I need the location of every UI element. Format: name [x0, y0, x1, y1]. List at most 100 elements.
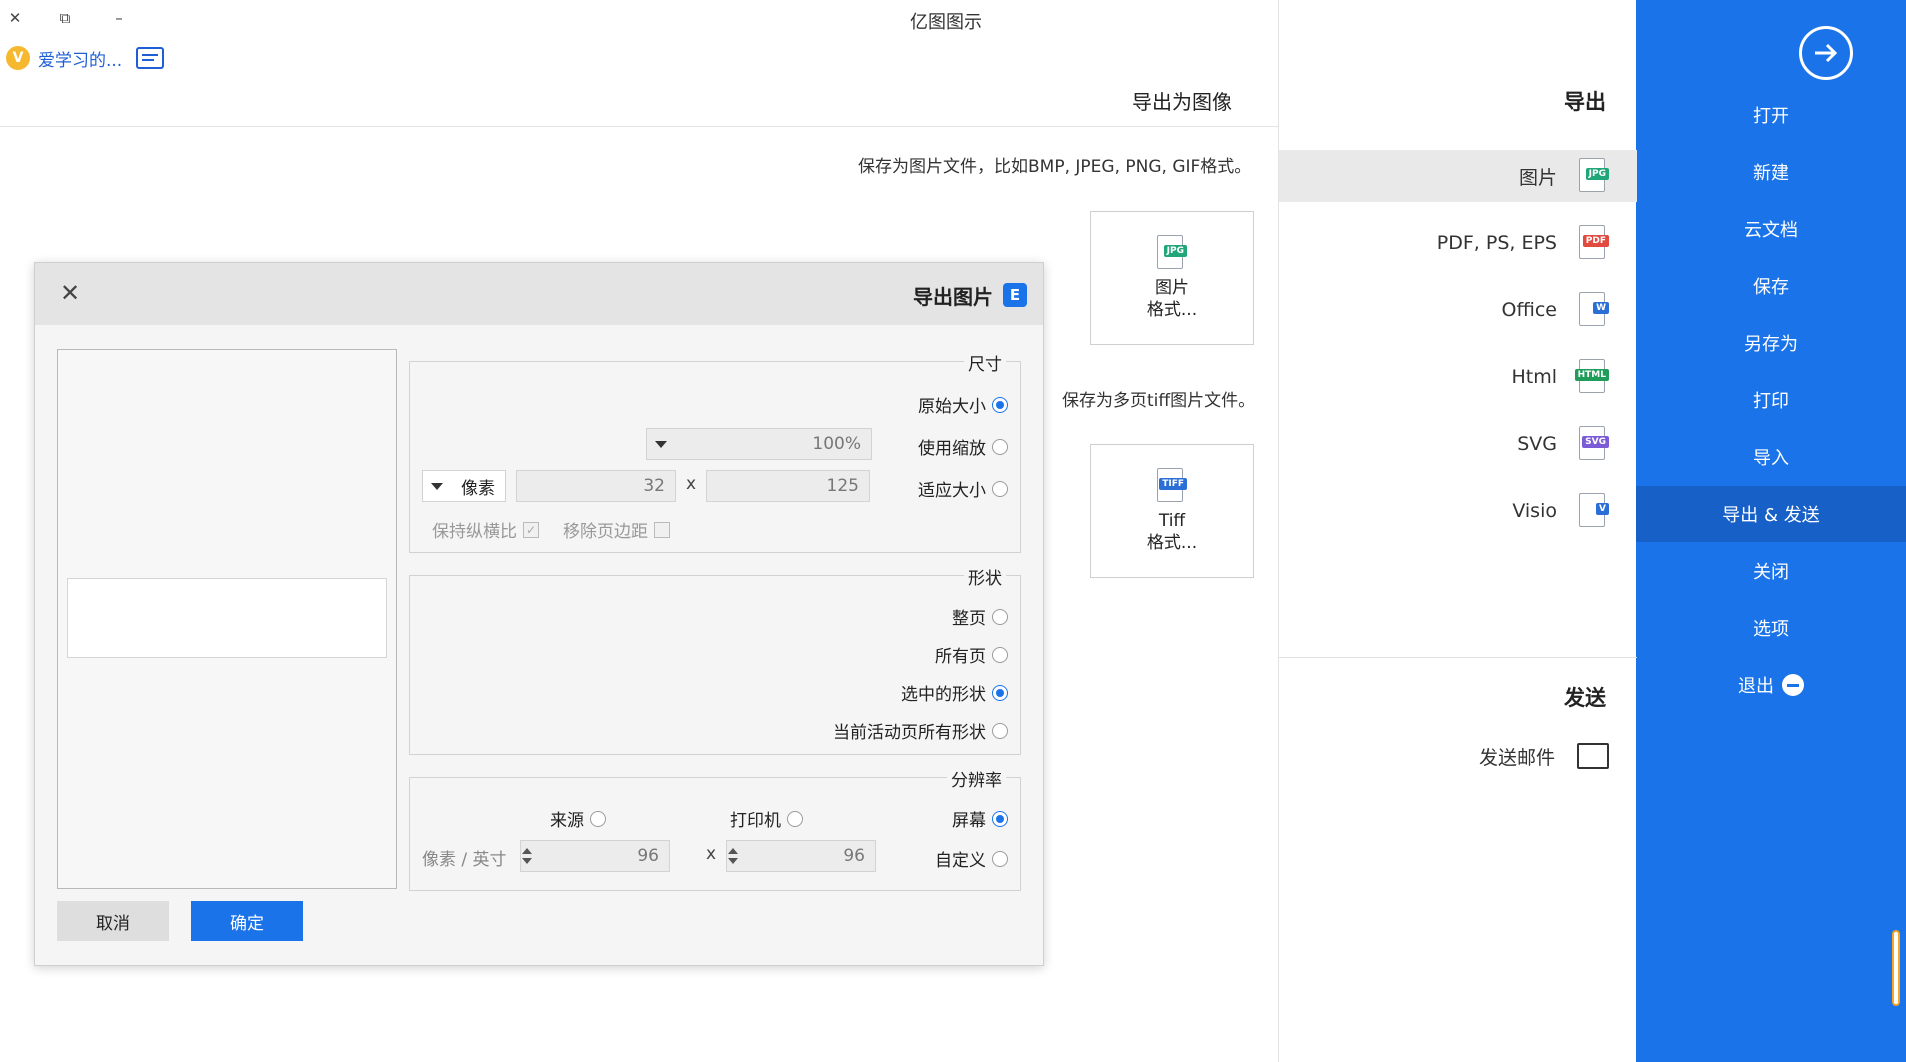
shape-option-all-pages[interactable]: 所有页 [935, 642, 1008, 667]
shape-option-all-pages-radio[interactable] [992, 646, 1008, 663]
vip-badge-icon: V [6, 46, 30, 70]
user-name-link[interactable]: 爱学习的... [38, 46, 122, 71]
size-times-label: x [686, 474, 697, 494]
nav-print[interactable]: 打印 [1636, 372, 1906, 428]
dpi-y-stepper-icon[interactable] [520, 840, 534, 872]
remove-margin-label: 移除页边距 [563, 522, 648, 542]
resolution-source-radio[interactable] [590, 810, 606, 827]
visio-file-icon: V [1579, 493, 1609, 529]
export-office-item[interactable]: Office W [1279, 284, 1637, 336]
shape-option-selected-radio[interactable] [992, 684, 1008, 701]
resolution-custom-radio[interactable] [992, 850, 1008, 867]
mail-icon [1577, 743, 1609, 769]
export-svg-item[interactable]: SVG SVG [1279, 418, 1637, 470]
chevron-down-icon [655, 441, 667, 448]
tiff-format-card-subtitle: 格式... [1146, 533, 1198, 553]
export-image-item[interactable]: 图片 JPG [1279, 150, 1637, 202]
resolution-printer-option[interactable]: 打印机 [730, 806, 803, 831]
shape-option-all-pages-label: 所有页 [935, 647, 986, 667]
ok-button[interactable]: 确定 [191, 901, 303, 941]
scrollbar-thumb[interactable] [1892, 930, 1900, 1006]
send-email-item[interactable]: 发送邮件 [1279, 730, 1637, 782]
resolution-screen-option[interactable]: 屏幕 [952, 806, 1008, 831]
restore-window-icon[interactable]: ⧉ [50, 4, 80, 32]
cancel-button[interactable]: 取消 [57, 901, 169, 941]
shape-option-active-page[interactable]: 当前活动页所有形状 [833, 718, 1008, 743]
height-field[interactable]: 32 [516, 470, 676, 502]
zoom-radio[interactable] [992, 438, 1008, 455]
tiff-format-description: 保存为多页tiff图片文件。 [1062, 391, 1256, 411]
fit-size-option[interactable]: 适应大小 [918, 476, 1008, 501]
image-format-card[interactable]: JPG 图片 格式... [1090, 211, 1254, 345]
export-options-column: 导出 图片 JPG PDF, PS, EPS PDF Office W Html… [1278, 0, 1637, 1062]
resolution-printer-radio[interactable] [787, 810, 803, 827]
shape-option-page-radio[interactable] [992, 608, 1008, 625]
resolution-printer-label: 打印机 [730, 811, 781, 831]
dpi-times-label: x [706, 844, 717, 864]
zoom-select[interactable]: 100% [646, 428, 872, 460]
width-field[interactable]: 125 [706, 470, 870, 502]
dpi-x-value: 96 [843, 846, 865, 866]
nav-options[interactable]: 选项 [1636, 600, 1906, 656]
export-pdf-item[interactable]: PDF, PS, EPS PDF [1279, 217, 1637, 269]
export-pdf-label: PDF, PS, EPS [1436, 232, 1557, 254]
export-html-item[interactable]: Html HTML [1279, 351, 1637, 403]
keep-ratio-option[interactable]: 保持纵横比 ✓ [432, 517, 539, 542]
remove-margin-checkbox[interactable] [654, 521, 670, 538]
shape-option-page[interactable]: 整页 [952, 604, 1008, 629]
nav-close[interactable]: 关闭 [1636, 543, 1906, 599]
column-divider [1279, 657, 1637, 658]
original-size-label: 原始大小 [918, 397, 986, 417]
image-format-description: 保存为图片文件，比如BMP, JPEG, PNG, GIF格式。 [858, 157, 1252, 177]
export-office-label: Office [1501, 299, 1557, 321]
jpg-file-icon: JPG [1579, 158, 1609, 194]
resolution-custom-option[interactable]: 自定义 [935, 846, 1008, 871]
export-visio-label: Visio [1512, 500, 1557, 522]
resolution-group-legend: 分辨率 [947, 766, 1006, 791]
close-window-icon[interactable]: ✕ [0, 4, 30, 32]
tiff-format-card[interactable]: TIFF Tiff 格式... [1090, 444, 1254, 578]
shape-group: 形状 整页 所有页 选中的形状 当前活动页所有形状 [409, 564, 1021, 755]
app-logo-icon: E [1003, 283, 1027, 307]
fit-size-radio[interactable] [992, 480, 1008, 497]
jpg-file-icon: JPG [1157, 235, 1187, 271]
dpi-y-field[interactable]: 96 [520, 840, 670, 872]
export-visio-item[interactable]: Visio V [1279, 485, 1637, 537]
feedback-icon[interactable] [136, 47, 165, 69]
shape-option-selected-label: 选中的形状 [901, 685, 986, 705]
size-group: 尺寸 原始大小 使用缩放 100% 适应大小 125 x 32 像素 移除页边距… [409, 350, 1021, 553]
nav-save[interactable]: 保存 [1636, 258, 1906, 314]
zoom-option[interactable]: 使用缩放 [918, 434, 1008, 459]
nav-cloud-docs[interactable]: 云文档 [1636, 201, 1906, 257]
keep-ratio-label: 保持纵横比 [432, 522, 517, 542]
nav-import[interactable]: 导入 [1636, 429, 1906, 485]
original-size-option[interactable]: 原始大小 [918, 392, 1008, 417]
nav-export-send[interactable]: 导出 & 发送 [1636, 486, 1906, 542]
dpi-x-stepper-icon[interactable] [726, 840, 740, 872]
tiff-file-icon: TIFF [1157, 468, 1187, 504]
nav-exit[interactable]: 退出 [1636, 657, 1906, 713]
keep-ratio-checkbox[interactable]: ✓ [523, 521, 539, 538]
resolution-screen-radio[interactable] [992, 810, 1008, 827]
minimize-window-icon[interactable]: – [104, 4, 134, 32]
shape-option-active-page-radio[interactable] [992, 722, 1008, 739]
export-image-label: 图片 [1518, 166, 1557, 189]
close-icon[interactable]: ✕ [55, 278, 85, 308]
nav-save-as[interactable]: 另存为 [1636, 315, 1906, 371]
open-arrow-icon[interactable] [1799, 26, 1853, 80]
shape-group-legend: 形状 [964, 564, 1006, 589]
dpi-y-value: 96 [637, 846, 659, 866]
shape-option-selected[interactable]: 选中的形状 [901, 680, 1008, 705]
dialog-header: E 导出图片 ✕ [35, 263, 1043, 325]
remove-margin-option[interactable]: 移除页边距 [563, 517, 670, 542]
resolution-source-option[interactable]: 来源 [550, 806, 606, 831]
unit-select[interactable]: 像素 [422, 470, 506, 502]
resolution-custom-label: 自定义 [935, 851, 986, 871]
nav-open[interactable]: 打开 [1636, 87, 1906, 143]
dpi-x-field[interactable]: 96 [726, 840, 876, 872]
account-bar: V 爱学习的... [6, 44, 165, 72]
original-size-radio[interactable] [992, 396, 1008, 413]
height-value: 32 [643, 476, 665, 496]
nav-new[interactable]: 新建 [1636, 144, 1906, 200]
shape-option-active-page-label: 当前活动页所有形状 [833, 723, 986, 743]
